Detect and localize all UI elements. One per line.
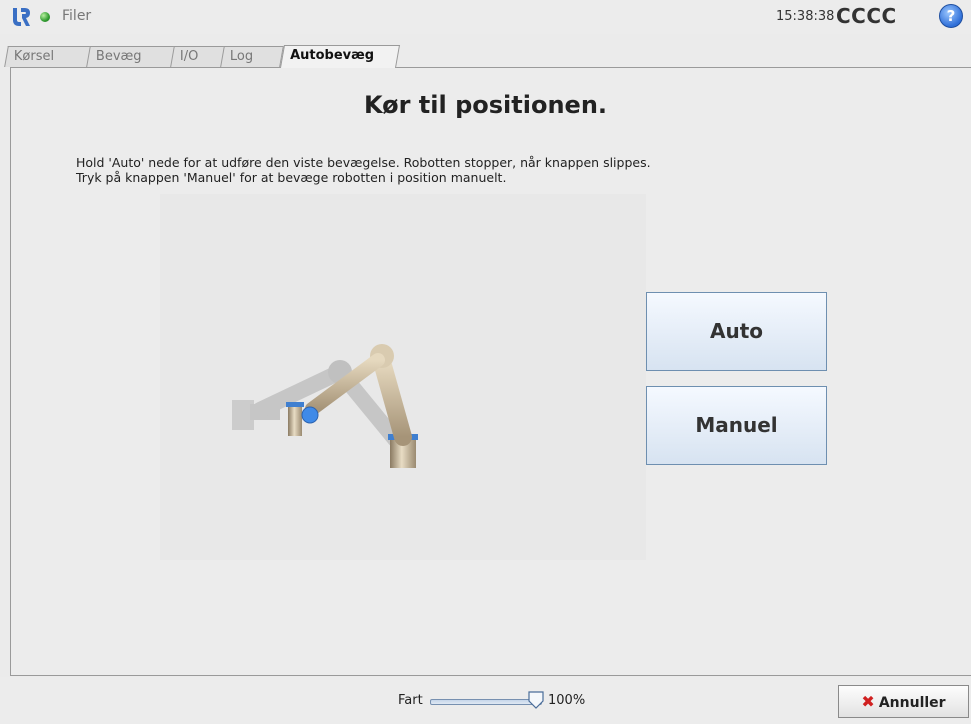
speed-label: Fart xyxy=(398,693,423,708)
tab-korsel[interactable]: Kørsel xyxy=(4,46,92,67)
ur-logo-icon xyxy=(13,8,30,26)
close-icon: ✖ xyxy=(861,692,875,711)
tab-bevaeg[interactable]: Bevæg xyxy=(86,46,176,67)
tab-io[interactable]: I/O xyxy=(170,46,226,67)
instruction-line-1: Hold 'Auto' nede for at udføre den viste… xyxy=(76,155,651,170)
instruction-line-2: Tryk på knappen 'Manuel' for at bevæge r… xyxy=(76,170,507,185)
speed-slider[interactable] xyxy=(430,699,542,705)
help-icon[interactable]: ? xyxy=(939,4,963,28)
speed-slider-thumb[interactable] xyxy=(528,691,544,709)
top-bar: Filer 15:38:38 CCCC ? xyxy=(0,0,971,34)
clock: 15:38:38 xyxy=(776,9,835,24)
speed-value: 100% xyxy=(548,693,586,708)
files-menu[interactable]: Filer xyxy=(62,8,91,24)
robot-arm-icon xyxy=(232,344,418,468)
cancel-button[interactable]: ✖ Annuller xyxy=(838,685,969,718)
robot-name: CCCC xyxy=(836,4,897,28)
tab-log[interactable]: Log xyxy=(220,46,284,67)
tab-bar: Kørsel Bevæg I/O Log Autobevæg xyxy=(0,45,971,68)
auto-button[interactable]: Auto xyxy=(646,292,827,371)
status-indicator-icon xyxy=(40,12,50,22)
cancel-label: Annuller xyxy=(878,695,946,711)
instructions: Hold 'Auto' nede for at udføre den viste… xyxy=(76,155,651,185)
robot-preview xyxy=(160,194,646,560)
page-title: Kør til positionen. xyxy=(363,91,608,119)
tab-autobevaeg[interactable]: Autobevæg xyxy=(279,45,401,68)
manual-button[interactable]: Manuel xyxy=(646,386,827,465)
